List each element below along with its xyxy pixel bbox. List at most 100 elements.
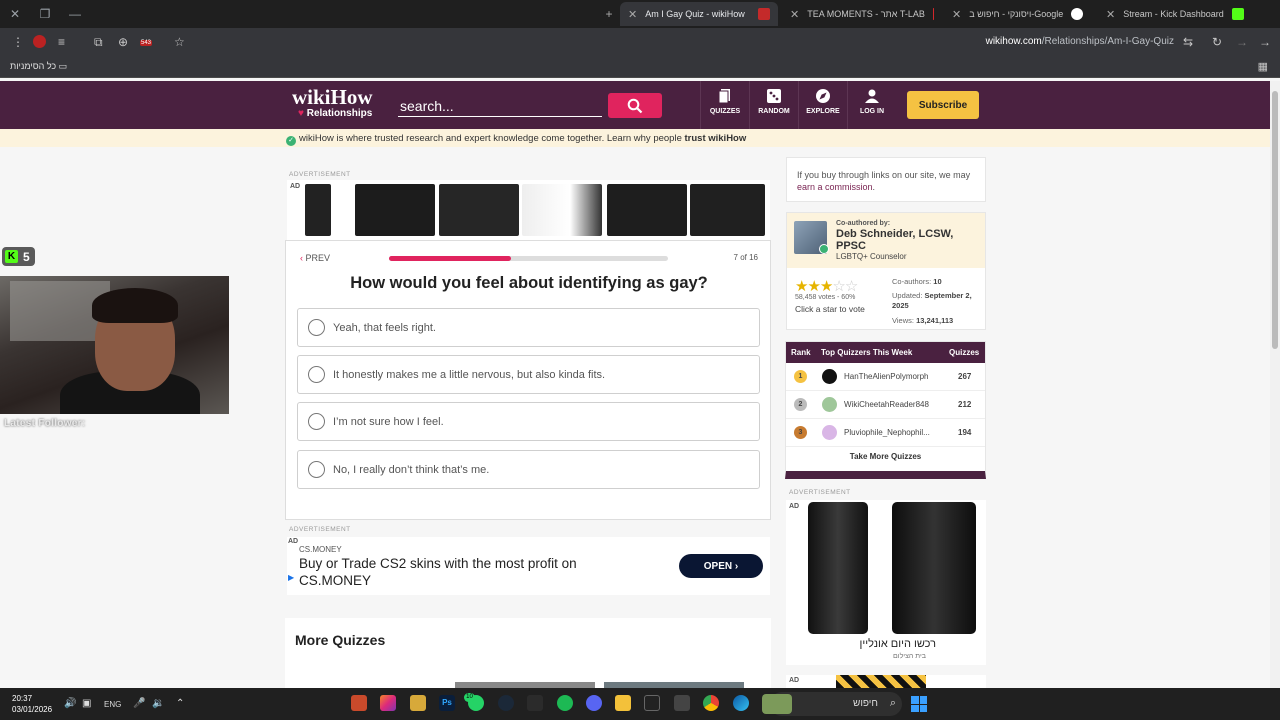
page-scrollbar[interactable] <box>1270 81 1280 688</box>
search-icon <box>627 98 643 113</box>
windows-start-icon[interactable] <box>911 696 927 712</box>
language-indicator[interactable]: ENG <box>104 700 121 709</box>
radio-button[interactable] <box>308 461 325 478</box>
menu-dots-icon[interactable]: ⋮ <box>12 35 24 49</box>
tab-kick[interactable]: ✕ Stream - Kick Dashboard <box>1098 2 1253 26</box>
radio-button[interactable] <box>308 366 325 383</box>
minimize-window-icon[interactable]: — <box>60 0 90 28</box>
search-button[interactable] <box>608 93 662 118</box>
extension-badge[interactable]: 543 <box>140 40 153 46</box>
plus-extension-icon[interactable]: ⊕ <box>118 35 128 49</box>
commission-link[interactable]: earn a commission <box>797 182 873 192</box>
prev-button[interactable]: ‹ PREV <box>300 253 330 263</box>
nav-random[interactable]: RANDOM <box>749 81 798 129</box>
store-icon[interactable] <box>674 695 690 711</box>
answer-option[interactable]: It honestly makes me a little nervous, b… <box>297 355 760 394</box>
chrome-icon[interactable] <box>703 695 719 711</box>
bottom-ad[interactable]: AD <box>786 675 986 688</box>
chevron-up-icon[interactable]: ⌃ <box>176 698 184 709</box>
table-row[interactable]: 2 WikiCheetahReader848 212 <box>786 391 985 419</box>
quizzer-score: 212 <box>958 400 972 409</box>
close-tab-icon[interactable]: ✕ <box>952 8 961 21</box>
radio-button[interactable] <box>308 413 325 430</box>
close-window-icon[interactable]: ✕ <box>0 0 30 28</box>
search-input[interactable]: search... <box>398 95 602 117</box>
ad-info-icon[interactable]: ▶ <box>288 573 294 582</box>
close-tab-icon[interactable]: ✕ <box>790 8 799 21</box>
extensions-puzzle-icon[interactable]: ⧉ <box>94 35 103 50</box>
display-icon[interactable]: ▣ <box>82 698 91 709</box>
discord-icon[interactable] <box>586 695 602 711</box>
star-icon[interactable]: ☆ <box>845 278 858 295</box>
all-bookmarks[interactable]: כל הסימניות ▭ <box>10 61 67 72</box>
star-icon[interactable]: ☆ <box>832 278 845 295</box>
kick-viewer-badge: K 5 <box>2 247 35 266</box>
tab-google[interactable]: ✕ ויסונקי - חיפוש ב-Google <box>944 2 1094 26</box>
speaker-icon[interactable]: 🔉 <box>152 698 164 709</box>
table-row[interactable]: 3 Pluviophile_Nephophil... 194 <box>786 419 985 447</box>
restore-window-icon[interactable]: ❐ <box>30 0 60 28</box>
wikihow-logo[interactable]: wikiHow ♥ Relationships <box>292 87 373 120</box>
nav-quizzes[interactable]: QUIZZES <box>700 81 749 129</box>
streamer-app-icon[interactable] <box>351 695 367 711</box>
more-quizzes-heading: More Quizzes <box>295 632 386 648</box>
media-icon[interactable]: ≡ <box>58 35 65 49</box>
close-tab-icon[interactable]: ✕ <box>628 8 637 21</box>
spotify-icon[interactable] <box>557 695 573 711</box>
lion-app-icon[interactable] <box>410 695 426 711</box>
rating-stars[interactable]: ★★★☆☆ <box>795 277 858 295</box>
reload-icon[interactable]: ↻ <box>1212 35 1222 49</box>
tune-icon[interactable]: ⇆ <box>1183 35 1193 49</box>
quizzer-name[interactable]: HanTheAlienPolymorph <box>844 372 936 381</box>
camera-ad-banner[interactable]: AD <box>287 180 770 240</box>
take-more-quizzes-link[interactable]: Take More Quizzes <box>786 452 985 461</box>
author-name[interactable]: Deb Schneider, LCSW, PPSC <box>836 228 976 252</box>
file-explorer-icon[interactable] <box>615 695 631 711</box>
scrollbar-thumb[interactable] <box>1272 91 1278 349</box>
apps-grid-icon[interactable]: ▦ <box>1258 60 1268 73</box>
url-field[interactable]: wikihow.com/Relationships/Am-I-Gay-Quiz <box>986 36 1174 47</box>
star-icon[interactable]: ★ <box>807 278 820 295</box>
compass-icon <box>816 89 830 103</box>
answer-option[interactable]: No, I really don’t think that’s me. <box>297 450 760 489</box>
star-icon[interactable]: ★ <box>820 278 833 295</box>
tab-tea-moments[interactable]: ✕ TEA MOMENTS - אתר T-LAB <box>782 2 942 26</box>
volume-icon[interactable]: 🔊 <box>64 698 76 709</box>
nav-explore[interactable]: EXPLORE <box>798 81 847 129</box>
answer-option[interactable]: Yeah, that feels right. <box>297 308 760 347</box>
taskbar-search[interactable]: חיפוש ⌕ <box>762 692 902 716</box>
ad-open-button[interactable]: OPEN › <box>679 554 763 578</box>
photoshop-icon[interactable]: Ps <box>439 695 455 711</box>
cs-money-ad[interactable]: AD CS.MONEY Buy or Trade CS2 skins with … <box>287 537 770 595</box>
edge-icon[interactable] <box>733 695 749 711</box>
answer-option[interactable]: I’m not sure how I feel. <box>297 402 760 441</box>
nav-login[interactable]: LOG IN <box>847 81 896 129</box>
quizzer-name[interactable]: Pluviophile_Nephophil... <box>844 428 936 437</box>
app-icon[interactable] <box>380 695 396 711</box>
kick-favicon <box>1231 8 1244 20</box>
microphone-icon[interactable]: 🎤 <box>133 698 145 709</box>
forward-icon[interactable]: → <box>1236 35 1248 49</box>
back-icon[interactable]: → <box>1259 35 1271 49</box>
lens-ad[interactable]: AD רכשו היום אונליין בית הצילום <box>786 500 986 665</box>
ad-brand: CS.MONEY <box>299 545 342 554</box>
epic-games-icon[interactable] <box>644 695 660 711</box>
close-tab-icon[interactable]: ✕ <box>1106 8 1115 21</box>
quizzer-name[interactable]: WikiCheetahReader848 <box>844 400 936 409</box>
nvidia-icon[interactable] <box>527 695 543 711</box>
star-icon[interactable]: ★ <box>795 278 808 295</box>
trust-text: wikiHow is where trusted research and ex… <box>299 133 682 144</box>
nav-label: LOG IN <box>859 108 885 115</box>
clock-date: 03/01/2026 <box>12 705 53 714</box>
gold-medal-icon: 1 <box>794 370 807 383</box>
tab-wikihow[interactable]: ✕ Am I Gay Quiz - wikiHow <box>620 2 778 26</box>
steam-icon[interactable] <box>498 695 514 711</box>
bookmark-star-icon[interactable]: ☆ <box>174 35 185 49</box>
trust-link[interactable]: trust wikiHow <box>685 133 747 144</box>
table-row[interactable]: 1 HanTheAlienPolymorph 267 <box>786 363 985 391</box>
subscribe-button[interactable]: Subscribe <box>907 91 979 119</box>
avatar <box>822 425 837 440</box>
radio-button[interactable] <box>308 319 325 336</box>
system-clock[interactable]: 20:37 03/01/2026 <box>12 693 52 715</box>
extension-icon[interactable] <box>33 35 46 48</box>
